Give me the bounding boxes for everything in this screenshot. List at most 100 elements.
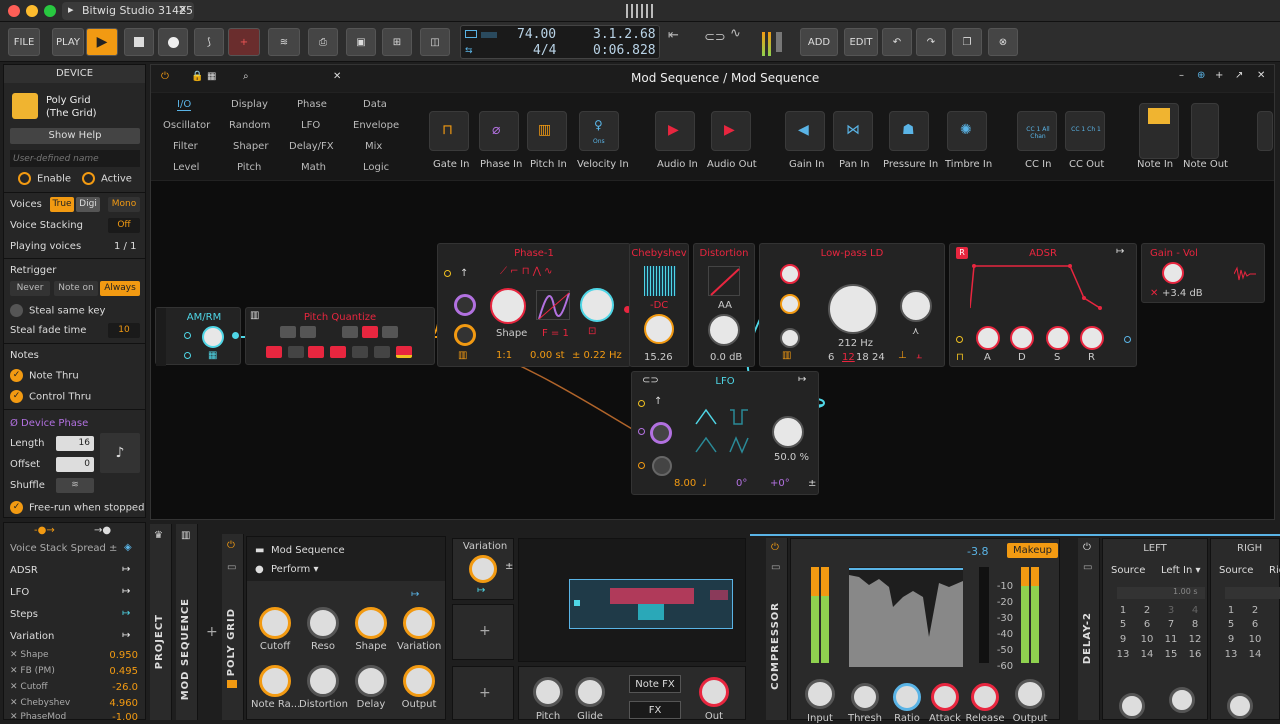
fx-button[interactable]: FX xyxy=(629,701,681,719)
slope-24[interactable]: 24 xyxy=(872,352,885,363)
gain-vol-module[interactable]: Gain - Vol ✕ +3.4 dB xyxy=(1141,243,1265,303)
retrigger-never[interactable]: Never xyxy=(10,281,50,296)
tap-icon[interactable]: ⇆ xyxy=(465,46,473,56)
add-track-button[interactable]: ⊞ xyxy=(382,28,412,56)
grid-cell[interactable]: 11 xyxy=(1159,634,1183,645)
tempo-readout[interactable]: 74.00 xyxy=(517,27,556,42)
lowpass-module[interactable]: Low-pass LD 212 Hz ⋏ ▥ 6 12 18 24 ⊥ ⫠ xyxy=(759,243,945,367)
output-knob[interactable] xyxy=(1015,679,1045,709)
cutoff-knob[interactable] xyxy=(259,607,291,639)
mod-adsr[interactable]: ADSR xyxy=(10,565,38,576)
delay-right-time-field[interactable] xyxy=(1225,587,1280,599)
chebyshev-module[interactable]: Chebyshev -DC 15.26 xyxy=(629,243,689,367)
steal-fade-value[interactable]: 10 xyxy=(108,323,140,338)
grid-cell[interactable]: 7 xyxy=(1159,619,1183,630)
grid-cell[interactable]: 5 xyxy=(1111,619,1135,630)
delay-tab[interactable]: ⏻ ▭ DELAY-2 xyxy=(1078,538,1100,720)
lfo-phase-port[interactable] xyxy=(638,428,645,435)
key-c[interactable] xyxy=(266,346,282,358)
delay-feedback-knob[interactable] xyxy=(1119,693,1145,719)
param-row[interactable]: ✕ Cutoff xyxy=(10,682,48,692)
steal-same-key-toggle[interactable]: Steal same key xyxy=(10,304,105,317)
folder-icon[interactable]: ▭ xyxy=(227,562,236,573)
adsr-decay-knob[interactable] xyxy=(1010,326,1034,350)
phase1-ratio[interactable]: 1:1 xyxy=(496,350,512,361)
adsr-release-knob[interactable] xyxy=(1080,326,1104,350)
slope-12[interactable]: 12 xyxy=(842,352,855,363)
am-rm-module[interactable]: AM/RM ▦ xyxy=(155,307,241,366)
am-rm-mix-knob[interactable] xyxy=(202,326,224,348)
maximize-window-button[interactable] xyxy=(44,5,56,17)
param-row[interactable]: ✕ Shape xyxy=(10,650,49,660)
remove-icon[interactable]: ✕ xyxy=(10,682,20,692)
phase1-shape-knob[interactable] xyxy=(490,288,526,324)
power-icon[interactable]: ⏻ xyxy=(227,540,235,551)
note-icon[interactable]: ♩ xyxy=(702,478,707,489)
layers-icon[interactable]: ◈ xyxy=(124,542,132,553)
out-knob[interactable] xyxy=(699,677,729,707)
offset-value[interactable]: 0 xyxy=(56,457,94,472)
adsr-attack-knob[interactable] xyxy=(976,326,1000,350)
mod-lfo[interactable]: LFO xyxy=(10,587,29,598)
adsr-gate-port[interactable] xyxy=(956,336,963,343)
distortion-knob[interactable] xyxy=(307,665,339,697)
grid-cell[interactable]: 10 xyxy=(1243,634,1267,645)
param-row[interactable]: ✕ FB (PM) xyxy=(10,666,55,676)
remove-icon[interactable]: ✕ xyxy=(10,666,20,676)
active-toggle[interactable]: Active xyxy=(82,172,132,185)
chebyshev-amount-knob[interactable] xyxy=(644,314,674,344)
compressor-tab[interactable]: ⏻ ▭ COMPRESSOR xyxy=(766,538,788,720)
close-window-button[interactable] xyxy=(8,5,20,17)
minimize-window-button[interactable] xyxy=(26,5,38,17)
lfo-reset-port[interactable] xyxy=(638,400,645,407)
punch-icon[interactable]: ⇤ xyxy=(668,28,679,43)
grid-cell[interactable]: 9 xyxy=(1111,634,1135,645)
lfo-offset-value[interactable]: +0° xyxy=(770,478,790,489)
grid-cell[interactable]: 1 xyxy=(1219,605,1243,616)
add-modulator-slot-1[interactable]: + xyxy=(452,604,514,660)
mod-variation[interactable]: Variation xyxy=(10,631,54,642)
grid-cell[interactable]: 1 xyxy=(1111,605,1135,616)
variation-route-icon[interactable]: ↦ xyxy=(477,585,485,596)
grid-cell[interactable]: 2 xyxy=(1243,605,1267,616)
show-help-button[interactable]: Show Help xyxy=(10,128,140,144)
key-fsharp[interactable] xyxy=(342,326,358,338)
mod-lfo-route-icon[interactable]: ↦ xyxy=(122,586,130,597)
param-value[interactable]: 0.950 xyxy=(98,650,138,661)
grid-cell[interactable]: 6 xyxy=(1243,619,1267,630)
mod-steps-route-icon[interactable]: ↦ xyxy=(122,608,130,619)
note-length-icon[interactable]: ♪ xyxy=(100,433,140,473)
key-dsharp[interactable] xyxy=(300,326,316,338)
distortion-aa-label[interactable]: AA xyxy=(718,300,732,311)
delay-right-knob[interactable] xyxy=(1227,693,1253,719)
key-asharp[interactable] xyxy=(382,326,398,338)
note-fx-button[interactable]: Note FX xyxy=(629,675,681,693)
time-readout[interactable]: 0:06.828 xyxy=(593,43,656,58)
voice-stack-spread[interactable]: Voice Stack Spread ± xyxy=(10,543,117,554)
play-button[interactable]: ▶ xyxy=(86,28,118,56)
lfo-rate-port[interactable] xyxy=(638,462,645,469)
clip-launcher-button[interactable]: ▣ xyxy=(346,28,376,56)
phase1-gate-port[interactable] xyxy=(444,270,451,277)
time-signature[interactable]: 4/4 xyxy=(533,43,556,58)
phase1-sync-icon[interactable]: ⊡ xyxy=(588,326,596,337)
adsr-output-icon[interactable]: ↦ xyxy=(1116,246,1124,257)
delay-filter-knob[interactable] xyxy=(1169,687,1195,713)
polarity-icon[interactable]: ± xyxy=(505,561,513,572)
variation-knob[interactable] xyxy=(403,607,435,639)
grip-icon[interactable] xyxy=(626,4,654,18)
lfo-module[interactable]: ⊂⊃ LFO ↦ ↑ 50.0 % 8.00 ♩ 0° +0° ± xyxy=(631,371,819,495)
lfo-phase-value[interactable]: 0° xyxy=(736,478,747,489)
delete-button[interactable]: ⊗ xyxy=(988,28,1018,56)
redo-button[interactable]: ↷ xyxy=(916,28,946,56)
note-thru-toggle[interactable]: ✓ Note Thru xyxy=(10,369,79,382)
loop-icon[interactable]: ⊂⊃ xyxy=(704,30,726,45)
lfo-polarity-icon[interactable]: ± xyxy=(808,478,816,489)
power-icon[interactable]: ⏻ xyxy=(1083,542,1091,553)
am-rm-in-port[interactable] xyxy=(184,332,191,339)
enable-toggle[interactable]: Enable xyxy=(18,172,71,185)
key-e[interactable] xyxy=(308,346,324,358)
grid-cell[interactable]: 14 xyxy=(1243,649,1267,660)
overdub-button[interactable]: ≋ xyxy=(268,28,300,56)
attack-knob[interactable] xyxy=(931,683,959,711)
